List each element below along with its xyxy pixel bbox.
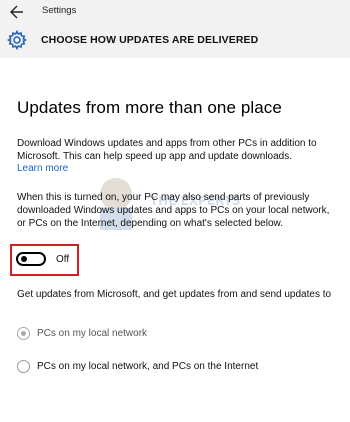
page-title: CHOOSE HOW UPDATES ARE DELIVERED — [41, 34, 259, 46]
get-updates-text: Get updates from Microsoft, and get upda… — [17, 289, 332, 300]
radio-label: PCs on my local network, and PCs on the … — [37, 361, 259, 372]
gear-icon — [6, 29, 28, 51]
back-button[interactable] — [8, 4, 26, 20]
app-title: Settings — [42, 5, 77, 16]
learn-more-link[interactable]: Learn more — [17, 163, 68, 174]
page-header: CHOOSE HOW UPDATES ARE DELIVERED — [0, 24, 350, 58]
back-arrow-icon — [10, 5, 23, 19]
radio-button[interactable] — [17, 360, 30, 373]
section-title: Updates from more than one place — [17, 98, 282, 117]
intro-text: Download Windows updates and apps from o… — [17, 138, 317, 162]
radio-button[interactable] — [17, 327, 30, 340]
toggle-state-label: Off — [56, 254, 70, 265]
title-bar: Settings — [0, 0, 350, 24]
toggle-knob — [21, 256, 27, 262]
peer-updates-toggle[interactable] — [16, 252, 46, 266]
description-text: When this is turned on, your PC may also… — [17, 192, 330, 229]
radio-label: PCs on my local network — [37, 328, 148, 339]
